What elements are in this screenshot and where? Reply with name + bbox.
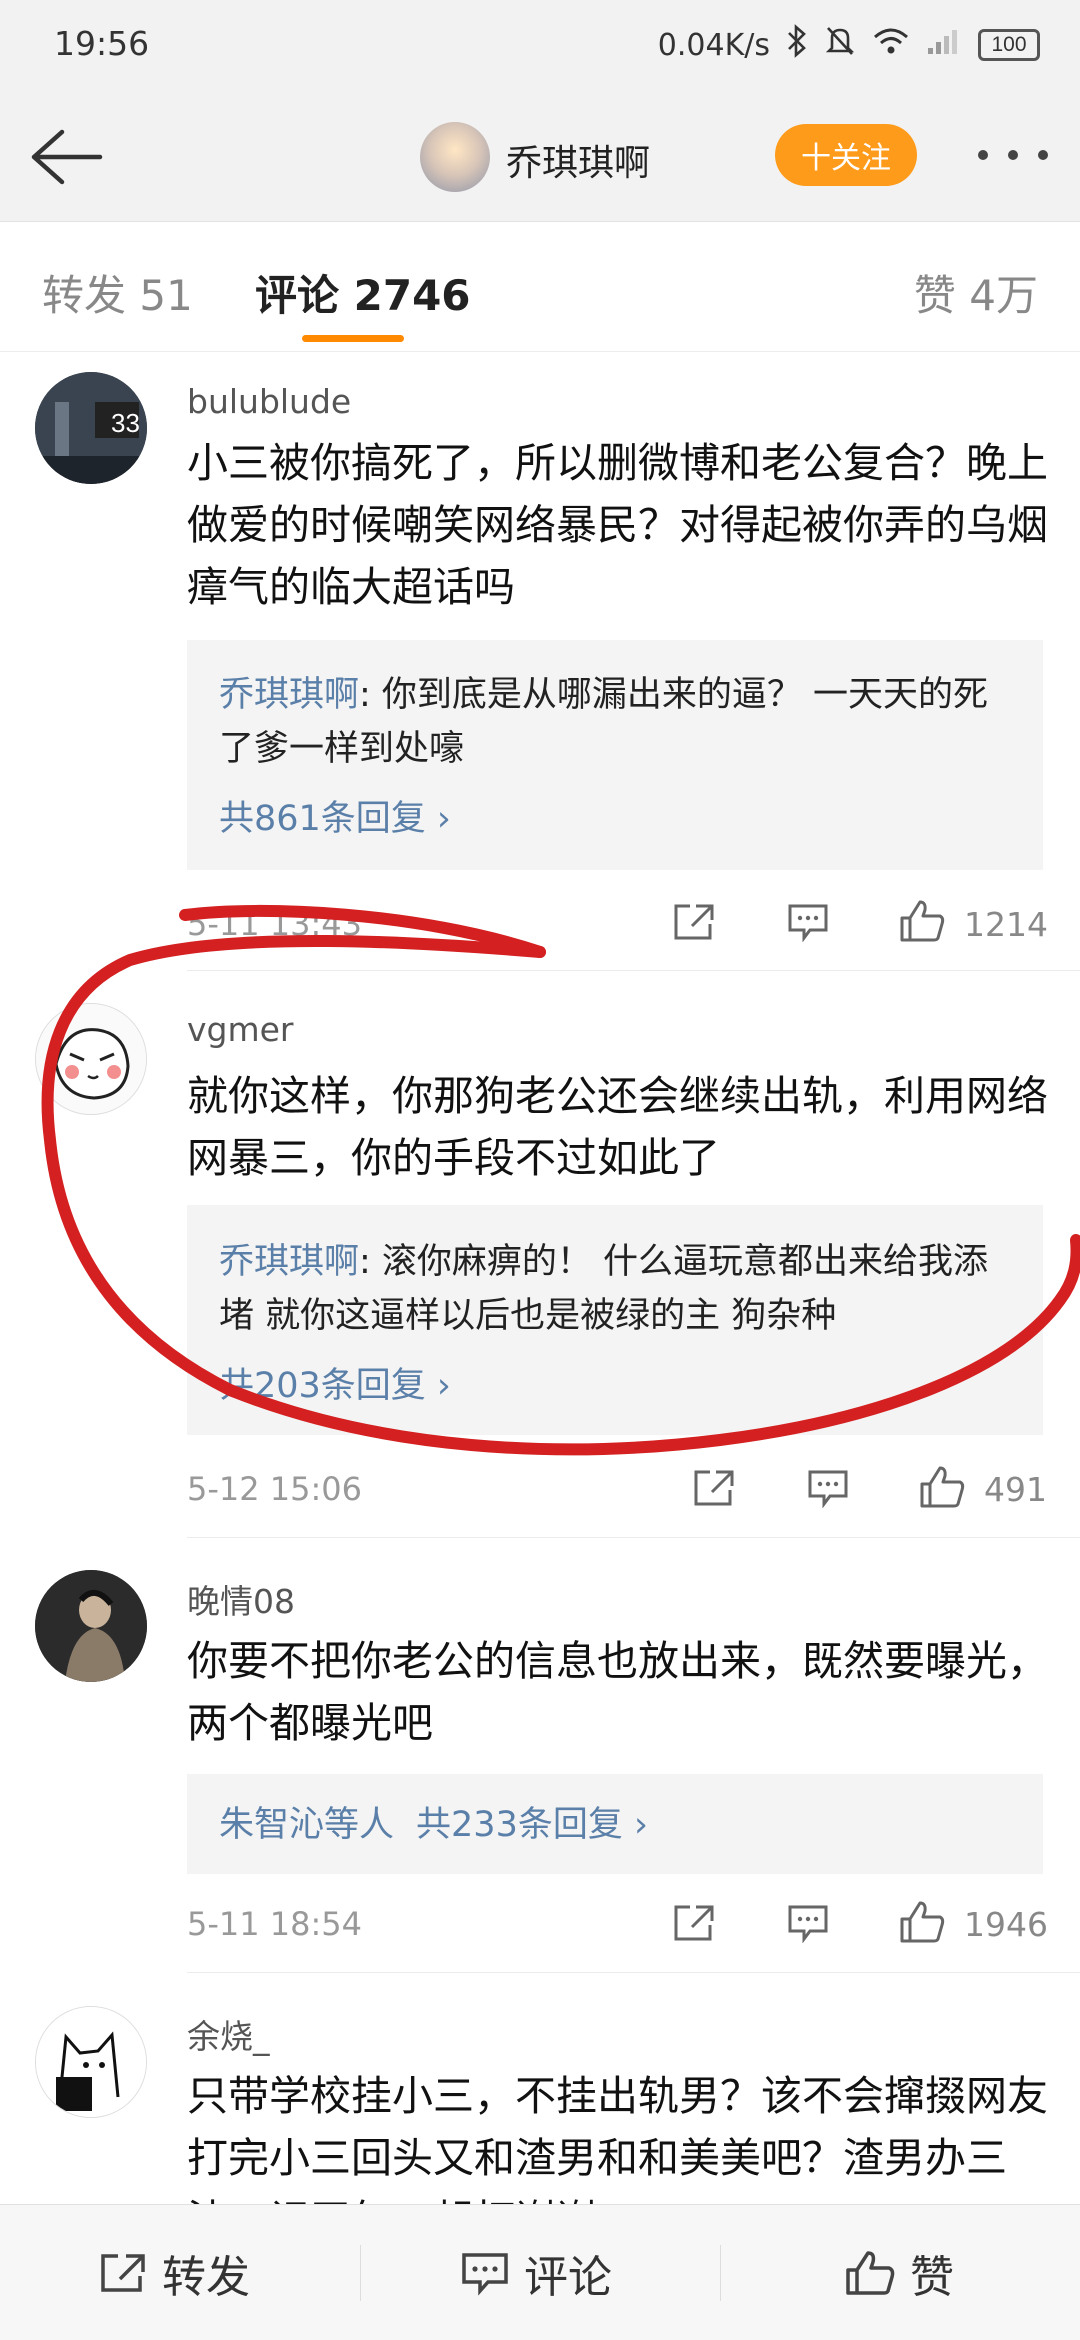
bottom-repost-label: 转发: [162, 2252, 250, 2303]
bottom-divider: [720, 2245, 721, 2301]
comment-item: 余烧_ 只带学校挂小三，不挂出轨男？该不会撺掇网友打完小三回头又和渣男和和美美吧…: [0, 0, 1080, 2204]
commenter-avatar[interactable]: [35, 2006, 147, 2118]
bottom-like-button[interactable]: 赞: [844, 2237, 954, 2309]
comment-text: 只带学校挂小三，不挂出轨男？该不会撺掇网友打完小三回头又和渣男和和美美吧？渣男办…: [187, 2072, 1048, 2204]
comment-icon: [462, 2253, 508, 2296]
bottom-comment-label: 评论: [524, 2252, 612, 2303]
bottom-divider: [360, 2245, 361, 2301]
comment-username[interactable]: 余烧_: [187, 2010, 270, 2058]
bottom-comment-button[interactable]: 评论: [460, 2237, 612, 2309]
like-icon: [846, 2251, 895, 2295]
bottom-repost-button[interactable]: 转发: [98, 2237, 250, 2309]
bottom-like-label: 赞: [910, 2252, 954, 2303]
bottom-action-bar: 转发 评论 赞: [0, 2204, 1080, 2340]
repost-icon: [101, 2254, 145, 2292]
